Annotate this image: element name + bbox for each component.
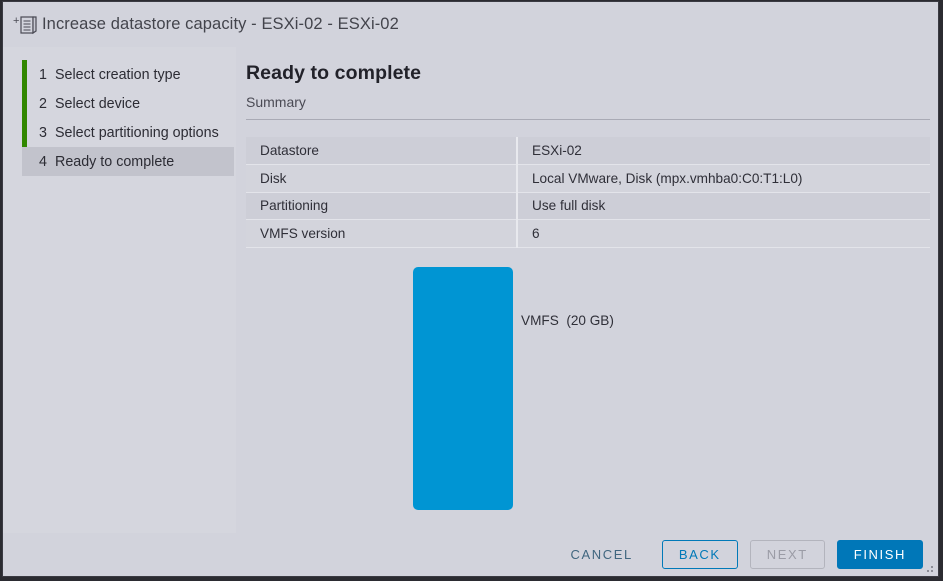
vmfs-partition-label: VMFS (20 GB) bbox=[521, 313, 614, 328]
step-number: 3 bbox=[39, 124, 47, 141]
title-bar: + Increase datastore capacity - ESXi-02 … bbox=[3, 2, 938, 47]
table-row: Partitioning Use full disk bbox=[246, 192, 930, 220]
finish-button[interactable]: FINISH bbox=[836, 540, 923, 569]
row-value: Use full disk bbox=[517, 192, 930, 220]
cancel-button[interactable]: CANCEL bbox=[554, 540, 650, 569]
dialog-footer: CANCEL BACK NEXT FINISH bbox=[3, 533, 938, 576]
step-number: 4 bbox=[39, 153, 47, 170]
row-value: ESXi-02 bbox=[517, 137, 930, 165]
step-number: 1 bbox=[39, 66, 47, 83]
table-row: VMFS version 6 bbox=[246, 219, 930, 248]
step-number: 2 bbox=[39, 95, 47, 112]
step-label: Select partitioning options bbox=[55, 124, 219, 141]
back-button[interactable]: BACK bbox=[661, 540, 738, 569]
sidebar-step-1[interactable]: 1 Select creation type bbox=[22, 60, 236, 89]
table-row: Disk Local VMware, Disk (mpx.vmhba0:C0:T… bbox=[246, 164, 930, 193]
wizard-sidebar: 1 Select creation type 2 Select device 3… bbox=[3, 47, 236, 535]
sidebar-step-2[interactable]: 2 Select device bbox=[22, 89, 236, 118]
row-key: Disk bbox=[246, 164, 518, 193]
row-value: Local VMware, Disk (mpx.vmhba0:C0:T1:L0) bbox=[517, 164, 930, 193]
vmfs-partition-block bbox=[413, 267, 513, 510]
section-divider bbox=[246, 119, 930, 120]
new-datastore-icon: + bbox=[13, 14, 39, 36]
summary-table: Datastore ESXi-02 Disk Local VMware, Dis… bbox=[246, 137, 930, 248]
section-label: Summary bbox=[246, 94, 306, 110]
content-panel: Ready to complete Summary Datastore ESXi… bbox=[236, 47, 938, 535]
step-label: Select device bbox=[55, 95, 141, 112]
resize-grip-icon[interactable] bbox=[923, 561, 935, 573]
table-row: Datastore ESXi-02 bbox=[246, 137, 930, 165]
step-label: Ready to complete bbox=[55, 153, 175, 170]
row-key: VMFS version bbox=[246, 219, 518, 248]
sidebar-step-3[interactable]: 3 Select partitioning options bbox=[22, 118, 236, 147]
row-key: Datastore bbox=[246, 137, 518, 165]
next-button: NEXT bbox=[749, 540, 825, 569]
step-label: Select creation type bbox=[55, 66, 181, 83]
window-title: Increase datastore capacity - ESXi-02 - … bbox=[42, 15, 399, 33]
row-key: Partitioning bbox=[246, 192, 518, 220]
sidebar-step-4[interactable]: 4 Ready to complete bbox=[22, 147, 234, 176]
svg-text:+: + bbox=[13, 15, 19, 27]
wizard-step-list: 1 Select creation type 2 Select device 3… bbox=[22, 60, 236, 176]
page-title: Ready to complete bbox=[246, 62, 422, 84]
dialog-window: + Increase datastore capacity - ESXi-02 … bbox=[2, 1, 939, 577]
row-value: 6 bbox=[517, 219, 930, 248]
